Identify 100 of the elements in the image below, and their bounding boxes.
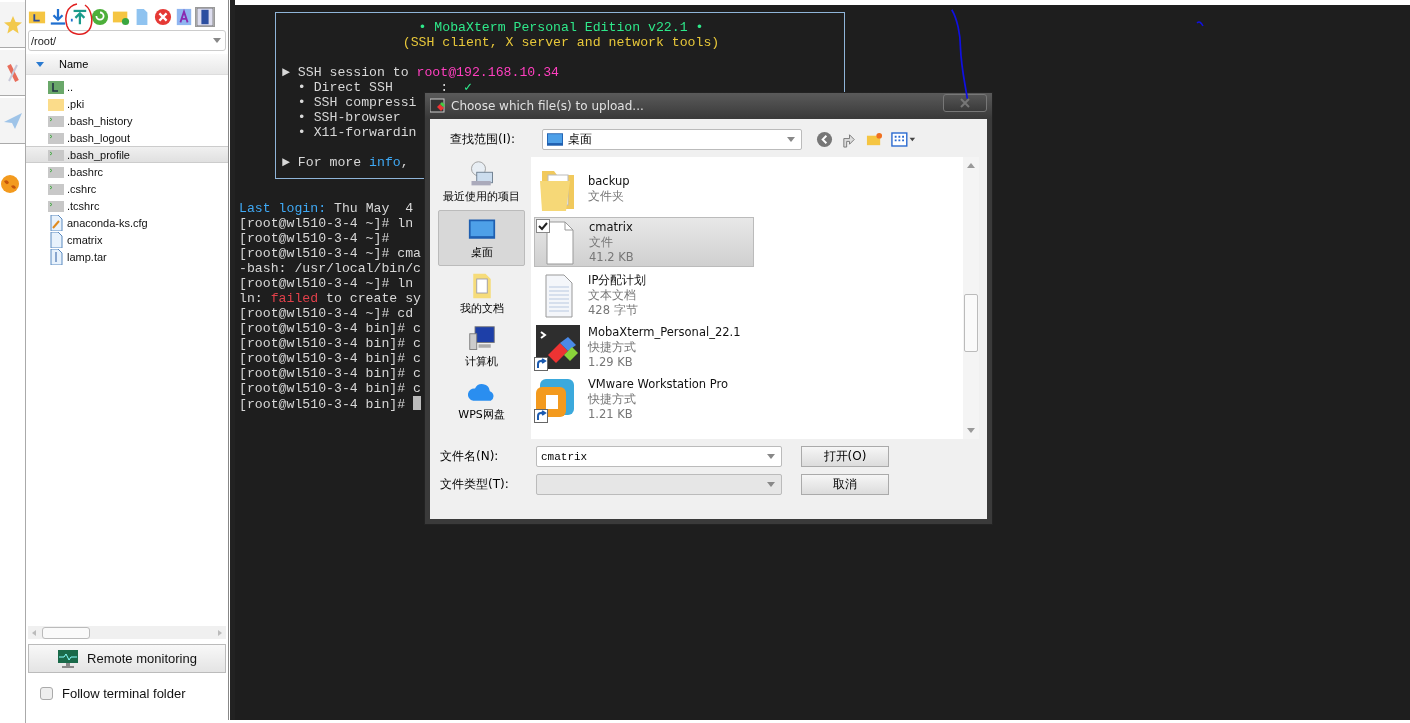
file-item[interactable]: IP分配计划 文本文档 428 字节 bbox=[534, 271, 752, 319]
cancel-button[interactable]: 取消 bbox=[801, 474, 889, 495]
places-item[interactable]: 计算机 bbox=[438, 322, 525, 372]
archive-file-icon bbox=[48, 248, 64, 265]
upload-icon[interactable] bbox=[70, 8, 88, 26]
file-name: MobaXterm_Personal_22.1 bbox=[588, 324, 741, 340]
check-icon bbox=[537, 220, 549, 232]
rename-icon[interactable] bbox=[175, 8, 193, 26]
terminal-line: [root@wl510-3-4 bin]# bbox=[239, 397, 407, 412]
file-name: backup bbox=[588, 174, 630, 189]
file-type: 快捷方式 bbox=[588, 391, 637, 407]
script-file-icon bbox=[48, 214, 64, 231]
file-row[interactable]: .tcshrc bbox=[26, 197, 228, 214]
file-row[interactable]: .bash_logout bbox=[26, 129, 228, 146]
selection-checkbox[interactable] bbox=[536, 219, 550, 233]
app-icon bbox=[430, 98, 446, 114]
terminal-line: Last login: Thu May 4 bbox=[239, 201, 414, 216]
file-row[interactable]: lamp.tar bbox=[26, 248, 228, 265]
file-name: VMware Workstation Pro bbox=[588, 376, 729, 392]
file-item[interactable]: MobaXterm_Personal_22.1 快捷方式 1.29 KB bbox=[534, 323, 752, 371]
horizontal-scrollbar[interactable] bbox=[28, 626, 226, 639]
terminal-line: [root@wl510-3-4 ~]# ln bbox=[239, 216, 414, 231]
file-row[interactable]: .. bbox=[26, 78, 228, 95]
close-button[interactable] bbox=[943, 94, 987, 112]
file-size: 1.21 KB bbox=[588, 406, 634, 422]
globe-icon[interactable] bbox=[0, 174, 20, 194]
file-size: 428 字节 bbox=[588, 302, 639, 318]
dialog-title: Choose which file(s) to upload... bbox=[451, 99, 644, 113]
delete-icon[interactable] bbox=[154, 8, 172, 26]
file-type: 文件 bbox=[589, 234, 614, 250]
file-file-icon bbox=[48, 231, 64, 248]
file-name: cmatrix bbox=[589, 219, 634, 235]
file-row[interactable]: .bash_profile bbox=[26, 146, 228, 163]
name-column-header[interactable]: Name bbox=[26, 54, 228, 75]
download-icon[interactable] bbox=[49, 8, 67, 26]
view-menu-icon[interactable] bbox=[891, 130, 917, 148]
terminal-line: • SSH-browser bbox=[296, 110, 401, 125]
monitor-icon bbox=[57, 648, 80, 669]
terminal-line: [root@wl510-3-4 bin]# c bbox=[239, 336, 422, 351]
file-item[interactable]: backup 文件夹 bbox=[534, 165, 752, 213]
terminal-line: ► For more info, bbox=[282, 155, 409, 170]
tools-tab[interactable] bbox=[0, 50, 25, 96]
checkbox-label: Follow terminal folder bbox=[62, 685, 186, 701]
file-type: 文本文档 bbox=[588, 287, 637, 303]
file-item[interactable]: VMware Workstation Pro 快捷方式 1.21 KB bbox=[534, 375, 752, 423]
remote-monitoring-button[interactable]: Remote monitoring bbox=[28, 644, 226, 673]
terminal-icon bbox=[534, 323, 582, 371]
file-row[interactable]: .cshrc bbox=[26, 180, 228, 197]
new-folder-icon[interactable] bbox=[866, 130, 883, 148]
terminal-line: [root@wl510-3-4 ~]# cma bbox=[239, 246, 422, 261]
close-icon bbox=[960, 98, 970, 108]
file-type: 快捷方式 bbox=[588, 339, 637, 355]
file-item[interactable]: cmatrix 文件 41.2 KB bbox=[534, 217, 754, 267]
terminal-line: -bash: /usr/local/bin/c bbox=[239, 261, 422, 276]
sftp-tab[interactable] bbox=[0, 98, 25, 144]
file-name-field[interactable]: cmatrix bbox=[536, 446, 782, 467]
panel-toggle-icon[interactable] bbox=[196, 8, 214, 26]
terminal-line: • SSH compressi bbox=[296, 95, 417, 110]
file-row[interactable]: cmatrix bbox=[26, 231, 228, 248]
places-item[interactable]: 我的文档 bbox=[438, 269, 525, 319]
file-name-label: 文件名(N): bbox=[439, 448, 500, 465]
places-item[interactable]: WPS网盘 bbox=[438, 375, 525, 425]
terminal-line: [root@wl510-3-4 ~]# ln bbox=[239, 276, 414, 291]
places-item[interactable]: 最近使用的项目 bbox=[438, 157, 525, 207]
file-row[interactable]: .pki bbox=[26, 95, 228, 112]
terminal-line: • Direct SSH : ✓ bbox=[296, 80, 472, 95]
places-item[interactable]: 桌面 bbox=[438, 210, 525, 266]
terminal-line: [root@wl510-3-4 ~]# cd bbox=[239, 306, 414, 321]
terminal-line: • X11-forwardin bbox=[296, 125, 417, 140]
file-type-label: 文件类型(T): bbox=[439, 476, 510, 493]
file-type: 文件夹 bbox=[588, 189, 625, 204]
open-button[interactable]: 打开(O) bbox=[801, 446, 889, 467]
file-size: 1.29 KB bbox=[588, 354, 634, 370]
vertical-scrollbar[interactable] bbox=[963, 157, 979, 439]
cursor bbox=[413, 396, 422, 410]
parent-file-icon bbox=[48, 78, 64, 95]
banner-subtitle: (SSH client, X server and network tools) bbox=[402, 35, 720, 50]
terminal-line: [root@wl510-3-4 bin]# c bbox=[239, 381, 422, 396]
follow-checkbox[interactable] bbox=[40, 686, 53, 700]
sort-icon bbox=[36, 61, 44, 67]
look-in-label: 查找范围(I): bbox=[449, 130, 516, 148]
file-row[interactable]: anaconda-ks.cfg bbox=[26, 214, 228, 231]
terminal-line: ln: failed to create sy bbox=[239, 291, 422, 306]
refresh-icon[interactable] bbox=[91, 8, 109, 26]
terminal-line: [root@wl510-3-4 ~]# bbox=[239, 231, 390, 246]
star-icon bbox=[2, 14, 23, 35]
desktop-icon bbox=[547, 132, 563, 146]
file-row[interactable]: .bash_history bbox=[26, 112, 228, 129]
back-icon[interactable] bbox=[816, 130, 833, 148]
file-name: IP分配计划 bbox=[588, 272, 647, 288]
terminal-line: [root@wl510-3-4 bin]# c bbox=[239, 351, 422, 366]
terminal-line: ► SSH session to root@192.168.10.34 bbox=[282, 65, 559, 80]
file-row[interactable]: .bashrc bbox=[26, 163, 228, 180]
path-dropdown[interactable]: /root/ bbox=[28, 30, 226, 51]
look-in-dropdown[interactable]: 桌面 bbox=[542, 128, 802, 150]
paper-plane-icon bbox=[2, 110, 23, 131]
computer-icon bbox=[467, 325, 496, 353]
file-size: 41.2 KB bbox=[589, 249, 634, 265]
banner-title: • MobaXterm Personal Edition v22.1 • bbox=[418, 20, 704, 35]
terminal-line: [root@wl510-3-4 bin]# c bbox=[239, 321, 422, 336]
